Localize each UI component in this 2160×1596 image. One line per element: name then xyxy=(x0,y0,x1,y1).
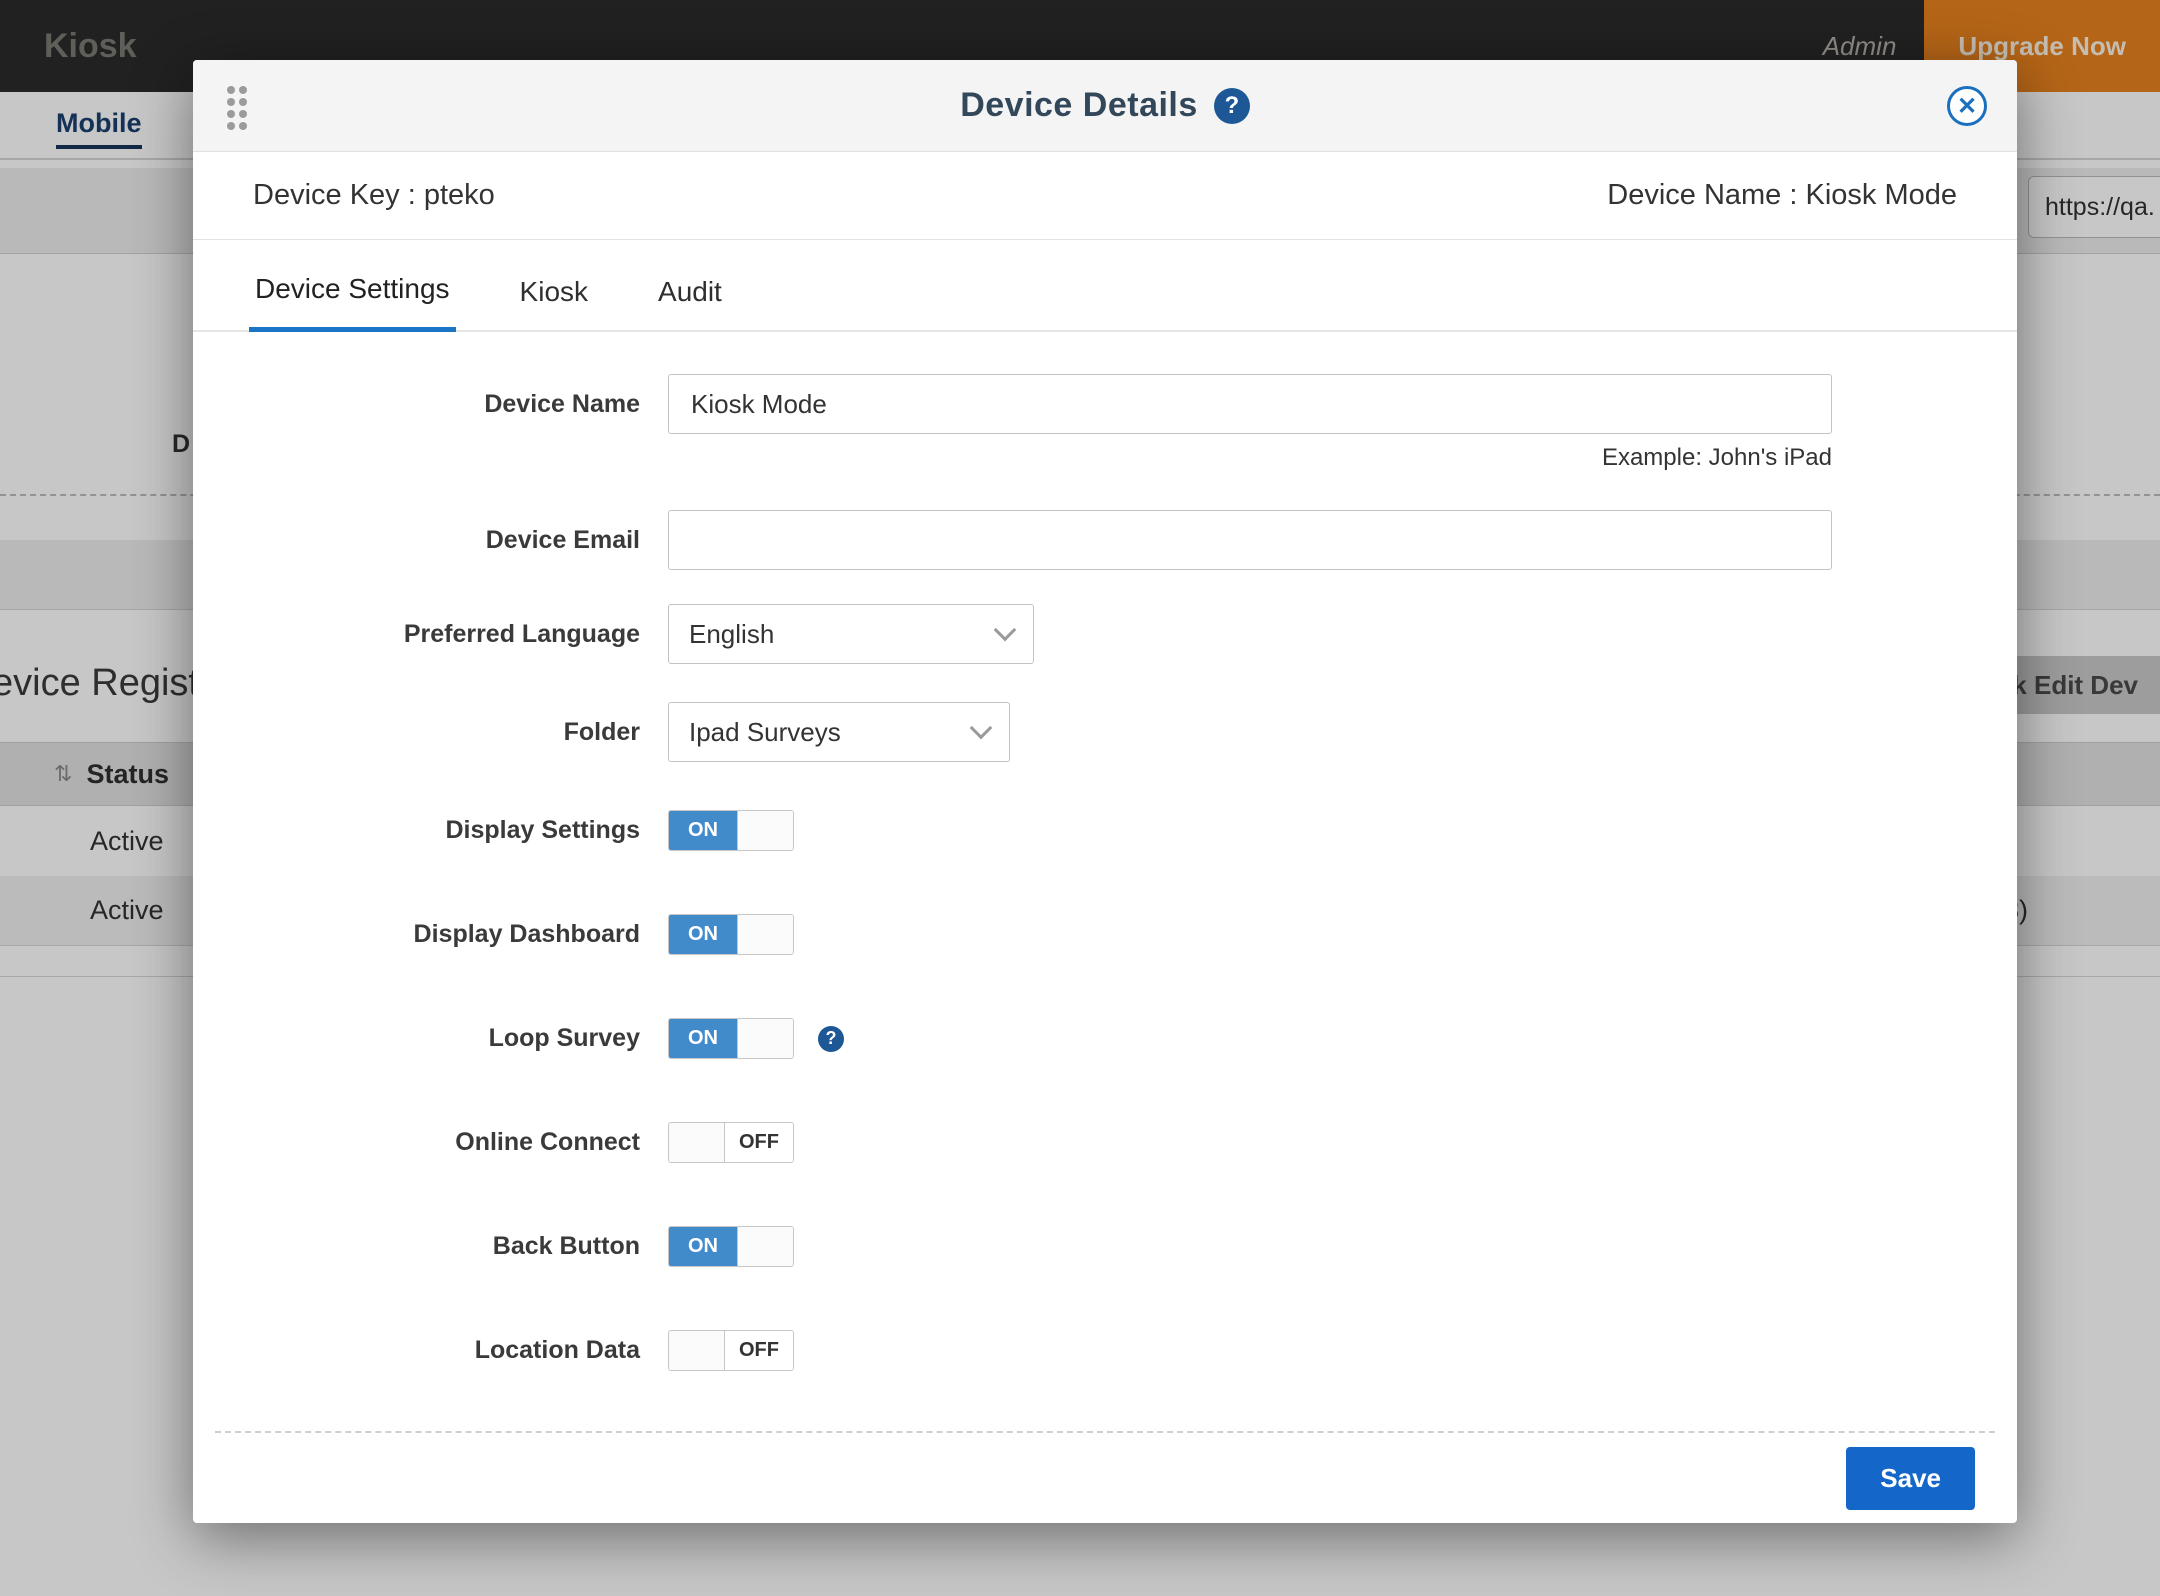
tab-audit[interactable]: Audit xyxy=(652,276,728,330)
folder-value: Ipad Surveys xyxy=(689,717,841,748)
tab-device-settings[interactable]: Device Settings xyxy=(249,273,456,332)
device-email-input[interactable] xyxy=(668,510,1832,570)
back-button-toggle[interactable]: ON xyxy=(668,1226,794,1267)
toggle-state-label: ON xyxy=(669,1019,737,1058)
toggle-knob xyxy=(669,1123,725,1162)
preferred-language-value: English xyxy=(689,619,774,650)
device-name-hint: Example: John's iPad xyxy=(668,444,1832,472)
chevron-down-icon xyxy=(970,717,993,740)
device-details-modal: Device Details ? ✕ Device Key : pteko De… xyxy=(193,60,2017,1523)
modal-footer: Save xyxy=(215,1431,1995,1523)
location-data-toggle[interactable]: OFF xyxy=(668,1330,794,1371)
online-connect-toggle[interactable]: OFF xyxy=(668,1122,794,1163)
device-name-text: Device Name : Kiosk Mode xyxy=(1607,179,1957,212)
toggle-knob xyxy=(737,915,793,954)
modal-title: Device Details xyxy=(960,86,1198,125)
help-icon[interactable]: ? xyxy=(1214,88,1250,124)
modal-subheader: Device Key : pteko Device Name : Kiosk M… xyxy=(193,152,2017,240)
modal-tabs: Device Settings Kiosk Audit xyxy=(193,240,2017,332)
close-icon[interactable]: ✕ xyxy=(1947,86,1987,126)
modal-header: Device Details ? ✕ xyxy=(193,60,2017,152)
toggle-state-label: ON xyxy=(669,915,737,954)
device-key-text: Device Key : pteko xyxy=(253,179,495,212)
toggle-knob xyxy=(669,1331,725,1370)
save-button[interactable]: Save xyxy=(1846,1447,1975,1510)
loop-survey-toggle[interactable]: ON xyxy=(668,1018,794,1059)
toggle-knob xyxy=(737,811,793,850)
preferred-language-label: Preferred Language xyxy=(193,620,640,649)
loop-survey-help-icon[interactable]: ? xyxy=(818,1026,844,1052)
tab-kiosk[interactable]: Kiosk xyxy=(514,276,594,330)
device-name-label: Device Name xyxy=(193,390,640,419)
loop-survey-label: Loop Survey xyxy=(193,1024,640,1053)
display-dashboard-toggle[interactable]: ON xyxy=(668,914,794,955)
toggle-state-label: ON xyxy=(669,1227,737,1266)
display-settings-toggle[interactable]: ON xyxy=(668,810,794,851)
location-data-label: Location Data xyxy=(193,1336,640,1365)
folder-label: Folder xyxy=(193,718,640,747)
device-settings-form: Device Name Example: John's iPad Device … xyxy=(193,332,2017,1431)
toggle-state-label: ON xyxy=(669,811,737,850)
display-dashboard-label: Display Dashboard xyxy=(193,920,640,949)
device-name-input[interactable] xyxy=(668,374,1832,434)
folder-select[interactable]: Ipad Surveys xyxy=(668,702,1010,762)
preferred-language-select[interactable]: English xyxy=(668,604,1034,664)
back-button-label: Back Button xyxy=(193,1232,640,1261)
chevron-down-icon xyxy=(994,619,1017,642)
online-connect-label: Online Connect xyxy=(193,1128,640,1157)
device-email-label: Device Email xyxy=(193,526,640,555)
drag-handle-icon[interactable] xyxy=(227,86,247,130)
toggle-knob xyxy=(737,1019,793,1058)
toggle-state-label: OFF xyxy=(725,1123,793,1162)
display-settings-label: Display Settings xyxy=(193,816,640,845)
toggle-state-label: OFF xyxy=(725,1331,793,1370)
toggle-knob xyxy=(737,1227,793,1266)
